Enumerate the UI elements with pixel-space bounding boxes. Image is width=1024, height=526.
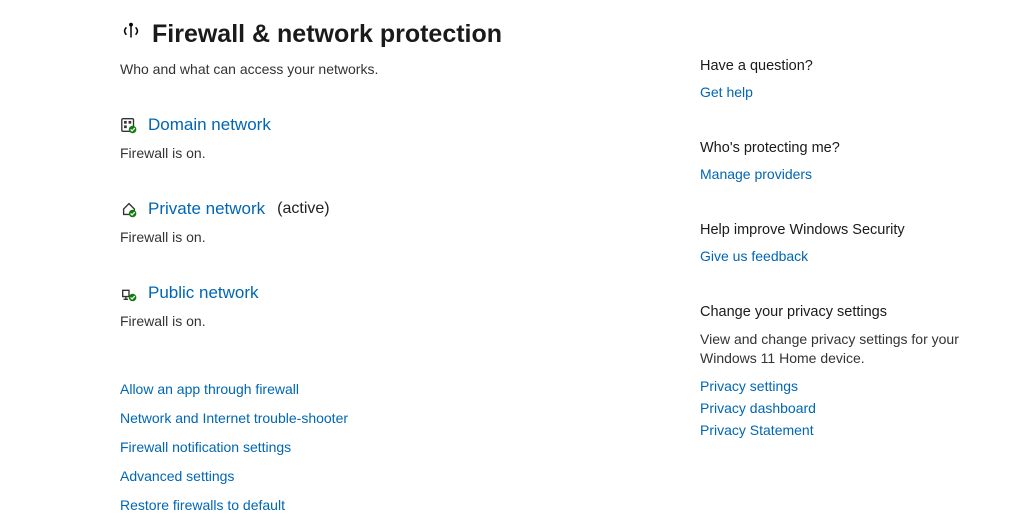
notification-settings-link[interactable]: Firewall notification settings — [120, 439, 660, 455]
give-feedback-link[interactable]: Give us feedback — [700, 248, 980, 264]
private-network-link[interactable]: Private network — [148, 199, 265, 219]
private-active-label: (active) — [277, 200, 329, 218]
allow-app-link[interactable]: Allow an app through firewall — [120, 381, 660, 397]
public-network-link[interactable]: Public network — [148, 283, 259, 303]
privacy-dashboard-link[interactable]: Privacy dashboard — [700, 400, 980, 416]
side-protecting-heading: Who's protecting me? — [700, 140, 980, 156]
domain-network-link[interactable]: Domain network — [148, 115, 271, 135]
public-network-icon — [120, 284, 138, 302]
privacy-settings-link[interactable]: Privacy settings — [700, 378, 980, 394]
private-network-status: Firewall is on. — [120, 229, 660, 245]
firewall-icon — [120, 21, 142, 48]
troubleshoot-link[interactable]: Network and Internet trouble-shooter — [120, 410, 660, 426]
get-help-link[interactable]: Get help — [700, 84, 980, 100]
domain-network-status: Firewall is on. — [120, 145, 660, 161]
public-network-status: Firewall is on. — [120, 313, 660, 329]
side-privacy-body: View and change privacy settings for you… — [700, 330, 980, 368]
privacy-statement-link[interactable]: Privacy Statement — [700, 422, 980, 438]
side-improve-heading: Help improve Windows Security — [700, 222, 980, 238]
domain-network-icon — [120, 116, 138, 134]
private-network-icon — [120, 200, 138, 218]
advanced-settings-link[interactable]: Advanced settings — [120, 468, 660, 484]
side-question-heading: Have a question? — [700, 58, 980, 74]
manage-providers-link[interactable]: Manage providers — [700, 166, 980, 182]
side-privacy-heading: Change your privacy settings — [700, 304, 980, 320]
page-title: Firewall & network protection — [152, 20, 502, 49]
page-subtitle: Who and what can access your networks. — [120, 61, 660, 77]
restore-defaults-link[interactable]: Restore firewalls to default — [120, 497, 660, 513]
